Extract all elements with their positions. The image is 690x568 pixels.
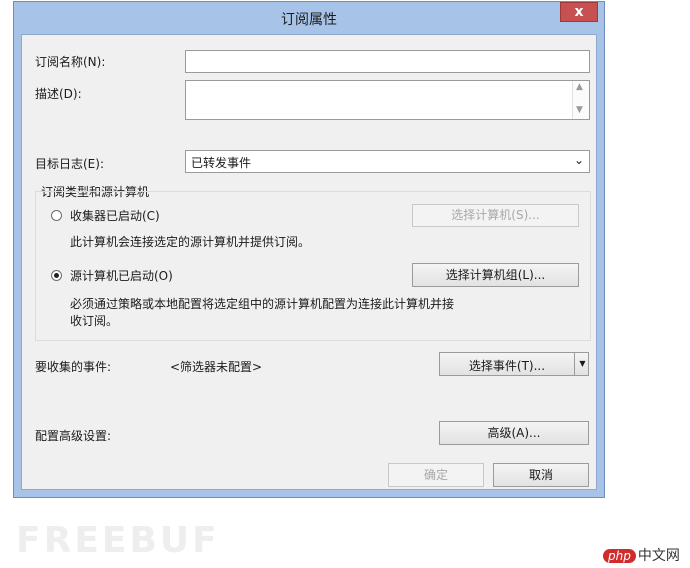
source-initiated-label[interactable]: 源计算机已启动(O): [70, 267, 173, 284]
name-input[interactable]: [185, 50, 590, 73]
target-log-value: 已转发事件: [191, 156, 252, 170]
site-name: 中文网: [637, 548, 680, 564]
select-computers-button[interactable]: 选择计算机(S)...: [412, 204, 579, 227]
php-badge: php: [603, 549, 636, 563]
advanced-settings-label: 配置高级设置:: [35, 429, 112, 443]
close-button[interactable]: x: [560, 2, 598, 22]
select-computer-groups-button[interactable]: 选择计算机组(L)...: [412, 263, 579, 287]
select-events-button[interactable]: 选择事件(T)... ▼: [439, 352, 589, 376]
advanced-button[interactable]: 高级(A)...: [439, 421, 589, 445]
source-description-line1: 必须通过策略或本地配置将选定组中的源计算机配置为连接此计算机并接: [70, 297, 455, 311]
scroll-up-icon[interactable]: ▲: [576, 82, 583, 92]
title-bar[interactable]: 订阅属性 x: [14, 2, 604, 34]
events-filter-status: <筛选器未配置>: [170, 360, 263, 374]
events-label: 要收集的事件:: [35, 360, 112, 374]
ok-button[interactable]: 确定: [388, 463, 484, 487]
target-log-select[interactable]: 已转发事件 ⌄: [185, 150, 590, 173]
select-events-label: 选择事件(T)...: [468, 359, 546, 373]
source-description-line2: 收订阅。: [70, 314, 119, 328]
dialog-title: 订阅属性: [281, 12, 337, 28]
target-log-label: 目标日志(E):: [35, 157, 104, 171]
name-label: 订阅名称(N):: [35, 55, 106, 69]
dropdown-arrow-icon[interactable]: ▼: [574, 353, 590, 375]
chevron-down-icon: ⌄: [573, 153, 584, 167]
subscription-properties-dialog: 订阅属性 x 订阅名称(N): 描述(D): ▲ ▼ 目标日志(E): 已转发事…: [13, 1, 605, 498]
freebuf-watermark: FREEBUF: [16, 520, 220, 561]
description-scrollbar[interactable]: ▲ ▼: [572, 81, 589, 119]
collector-initiated-label[interactable]: 收集器已启动(C): [70, 207, 160, 224]
php-cn-logo: php 中文网: [603, 545, 680, 565]
description-textarea[interactable]: ▲ ▼: [185, 80, 590, 120]
collector-description: 此计算机会连接选定的源计算机并提供订阅。: [70, 235, 311, 249]
collector-initiated-radio[interactable]: [51, 210, 62, 221]
dialog-body: 订阅名称(N): 描述(D): ▲ ▼ 目标日志(E): 已转发事件 ⌄ 订阅类…: [21, 34, 597, 490]
source-initiated-radio[interactable]: [51, 270, 62, 281]
description-label: 描述(D):: [35, 87, 82, 101]
scroll-down-icon[interactable]: ▼: [576, 105, 583, 115]
cancel-button[interactable]: 取消: [493, 463, 589, 487]
